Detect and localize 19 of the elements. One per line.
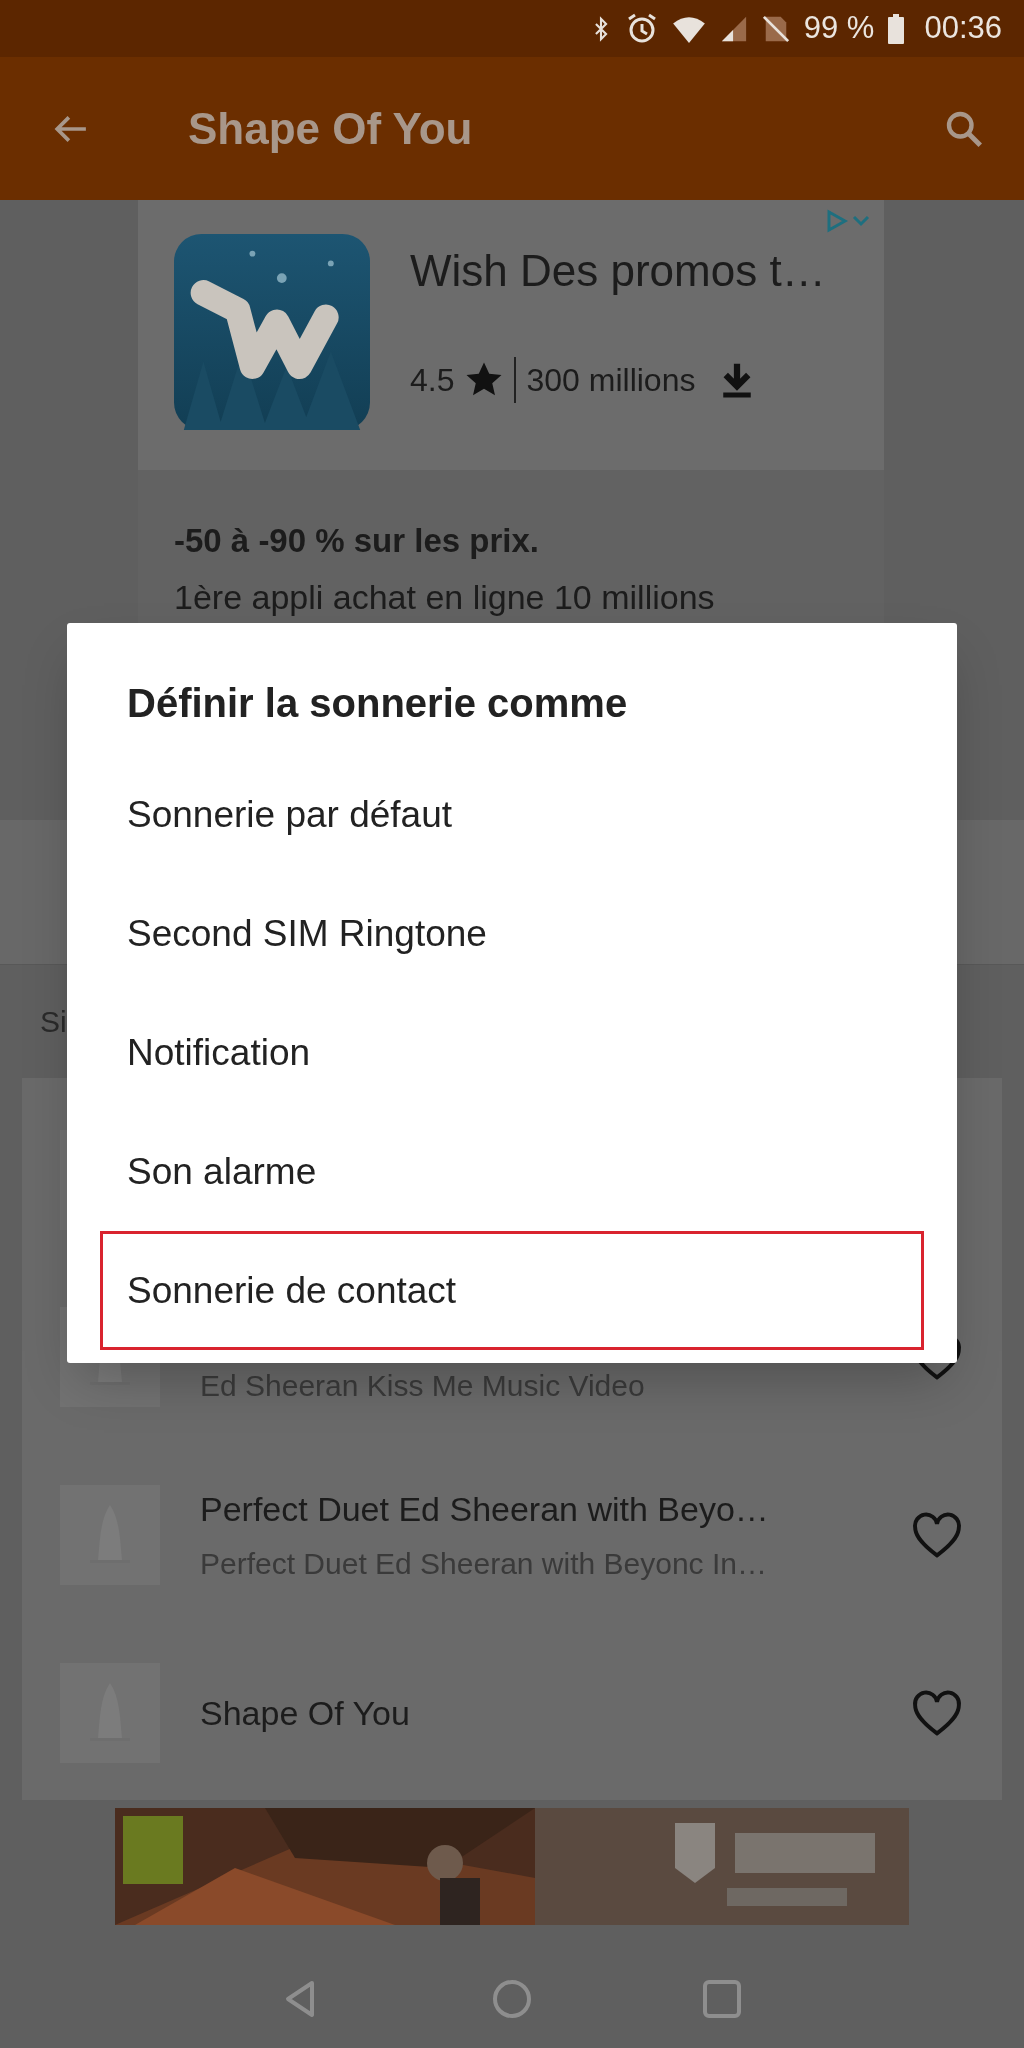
dialog-title: Définir la sonnerie comme — [126, 680, 629, 727]
ad-headline: -50 à -90 % sur les prix. — [174, 521, 540, 561]
menu-option[interactable]: Sonnerie de contact — [100, 1231, 924, 1350]
signal-icon — [719, 14, 748, 43]
heart-icon[interactable] — [912, 1689, 962, 1737]
heart-icon[interactable] — [912, 1511, 962, 1559]
battery-icon — [888, 13, 905, 44]
ad-title: Wish Des promos t… — [410, 245, 826, 297]
app-icon — [174, 234, 370, 430]
clock: 00:36 — [924, 9, 1002, 48]
rating: 4.5 — [410, 361, 455, 400]
home-icon[interactable] — [492, 1979, 532, 2019]
download-count: 300 millions — [526, 361, 696, 400]
no-sim-icon — [761, 14, 790, 43]
battery-percentage: 99 % — [803, 9, 875, 48]
recents-icon[interactable] — [702, 1979, 742, 2019]
wifi-icon — [671, 14, 706, 43]
ad-body-text: 1ère appli achat en ligne 10 millions — [174, 576, 716, 618]
app-bar-title: Shape Of You — [188, 102, 473, 155]
